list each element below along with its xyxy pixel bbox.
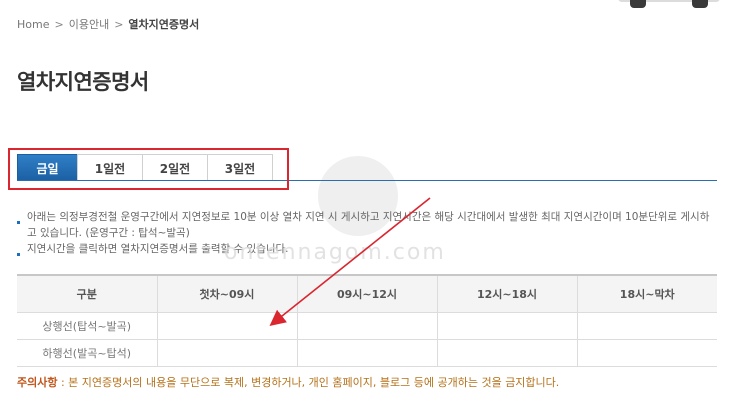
table-row: 상행선(탑석~발곡) (17, 311, 717, 340)
table-header-row: 구분 첫차~09시 09시~12시 12시~18시 18시~막차 (17, 274, 717, 313)
notice-text: : 본 지연증명서의 내용을 무단으로 복제, 변경하거나, 개인 홈페이지, … (57, 376, 560, 389)
delay-cell[interactable] (576, 338, 717, 367)
info-item-description: 아래는 의정부경전철 운영구간에서 지연정보로 10분 이상 열차 지연 시 게… (17, 209, 717, 241)
chevron-right-icon: > (114, 17, 124, 31)
breadcrumb: Home > 이용안내 > 열차지연증명서 (17, 16, 199, 32)
delay-cell[interactable] (436, 311, 578, 340)
delay-cell[interactable] (156, 311, 298, 340)
delay-cell[interactable] (156, 338, 298, 367)
delay-cell[interactable] (296, 311, 438, 340)
page-title: 열차지연증명서 (17, 70, 149, 94)
tabs-highlight-box (8, 148, 289, 190)
chevron-right-icon: > (54, 17, 64, 31)
delay-cell[interactable] (576, 311, 717, 340)
column-header-first-to-09: 첫차~09시 (156, 274, 298, 313)
breadcrumb-home[interactable]: Home (17, 18, 49, 31)
breadcrumb-usage-guide[interactable]: 이용안내 (69, 16, 109, 32)
row-label-downbound: 하행선(발곡~탑석) (17, 338, 158, 367)
row-label-upbound: 상행선(탑석~발곡) (17, 311, 158, 340)
column-header-09-to-12: 09시~12시 (296, 274, 438, 313)
column-header-category: 구분 (17, 274, 158, 313)
column-header-12-to-18: 12시~18시 (436, 274, 578, 313)
delay-cell[interactable] (436, 338, 578, 367)
table-row: 하행선(발곡~탑석) (17, 338, 717, 367)
breadcrumb-current: 열차지연증명서 (128, 18, 200, 31)
notice-prefix: 주의사항 (17, 376, 58, 389)
delay-cell[interactable] (296, 338, 438, 367)
notice: 주의사항 : 본 지연증명서의 내용을 무단으로 복제, 변경하거나, 개인 홈… (17, 374, 559, 390)
delay-table: 구분 첫차~09시 09시~12시 12시~18시 18시~막차 상행선(탑석~… (17, 274, 717, 367)
column-header-18-to-last: 18시~막차 (576, 274, 717, 313)
watermark-text: ontennagom.com (224, 240, 446, 265)
train-illustration (618, 0, 720, 8)
